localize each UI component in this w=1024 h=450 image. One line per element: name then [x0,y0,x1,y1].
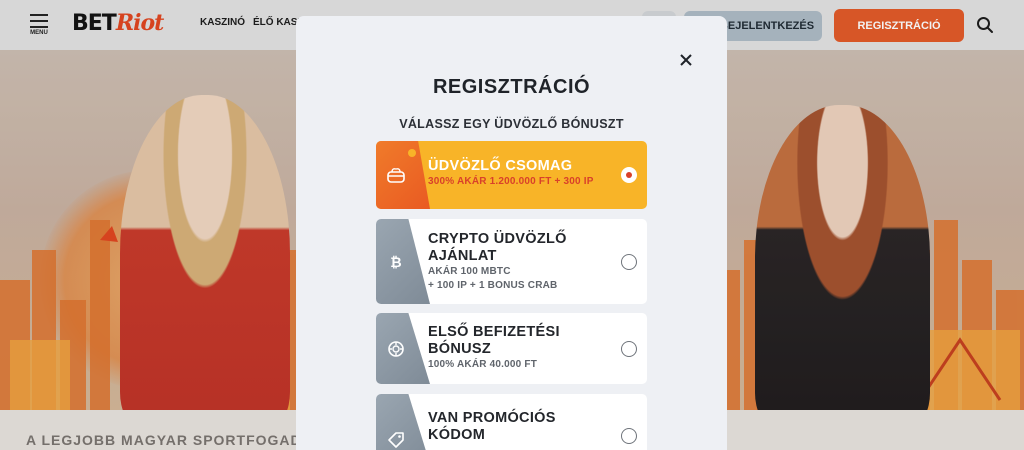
gift-icon [387,168,405,183]
close-icon [680,54,692,66]
bonus-title-line2: KÓDOM [428,427,486,443]
tag-icon [388,432,404,448]
bonus-title-line1: CRYPTO ÜDVÖZLŐ [428,231,567,247]
chip-icon [388,340,404,357]
bonus-radio[interactable] [621,253,637,270]
bonus-description-line1: AKÁR 100 MBTC [428,266,511,277]
bonus-description: 100% AKÁR 40.000 FT [428,359,538,370]
bonus-radio[interactable] [621,340,637,357]
bonus-option-side-art [376,313,430,384]
bonus-option-side-art [376,394,430,450]
bonus-radio[interactable] [621,428,637,444]
bonus-option-crypto-welcome[interactable]: ₿ CRYPTO ÜDVÖZLŐ AJÁNLAT AKÁR 100 MBTC +… [376,219,647,304]
bonus-option-welcome-package[interactable]: ÜDVÖZLŐ CSOMAG 300% AKÁR 1.200.000 FT + … [376,141,647,209]
close-button[interactable] [676,50,696,70]
bonus-description-line2: + 100 IP + 1 BONUS CRAB [428,280,558,291]
bonus-option-side-art [376,141,430,209]
bitcoin-icon: ₿ [390,255,401,271]
bonus-title-line1: VAN PROMÓCIÓS [428,410,556,426]
bonus-title-line1: ELSŐ BEFIZETÉSI [428,324,560,340]
bonus-title-line2: AJÁNLAT [428,248,497,264]
svg-text:₿: ₿ [390,255,401,271]
bonus-radio-selected[interactable] [621,167,637,183]
bonus-option-promo-code[interactable]: VAN PROMÓCIÓS KÓDOM [376,394,647,450]
fire-decoration-icon [408,149,416,157]
bonus-title: ÜDVÖZLŐ CSOMAG [428,158,573,174]
bonus-option-first-deposit[interactable]: ELSŐ BEFIZETÉSI BÓNUSZ 100% AKÁR 40.000 … [376,313,647,384]
bonus-title-line2: BÓNUSZ [428,341,492,357]
bonus-option-side-art: ₿ [376,219,430,304]
bonus-description: 300% AKÁR 1.200.000 FT + 300 IP [428,176,594,187]
bonus-choice-subtitle: VÁLASSZ EGY ÜDVÖZLŐ BÓNUSZT [399,117,624,131]
modal-title: REGISZTRÁCIÓ [432,76,591,98]
registration-modal: REGISZTRÁCIÓ VÁLASSZ EGY ÜDVÖZLŐ BÓNUSZT… [296,16,727,450]
